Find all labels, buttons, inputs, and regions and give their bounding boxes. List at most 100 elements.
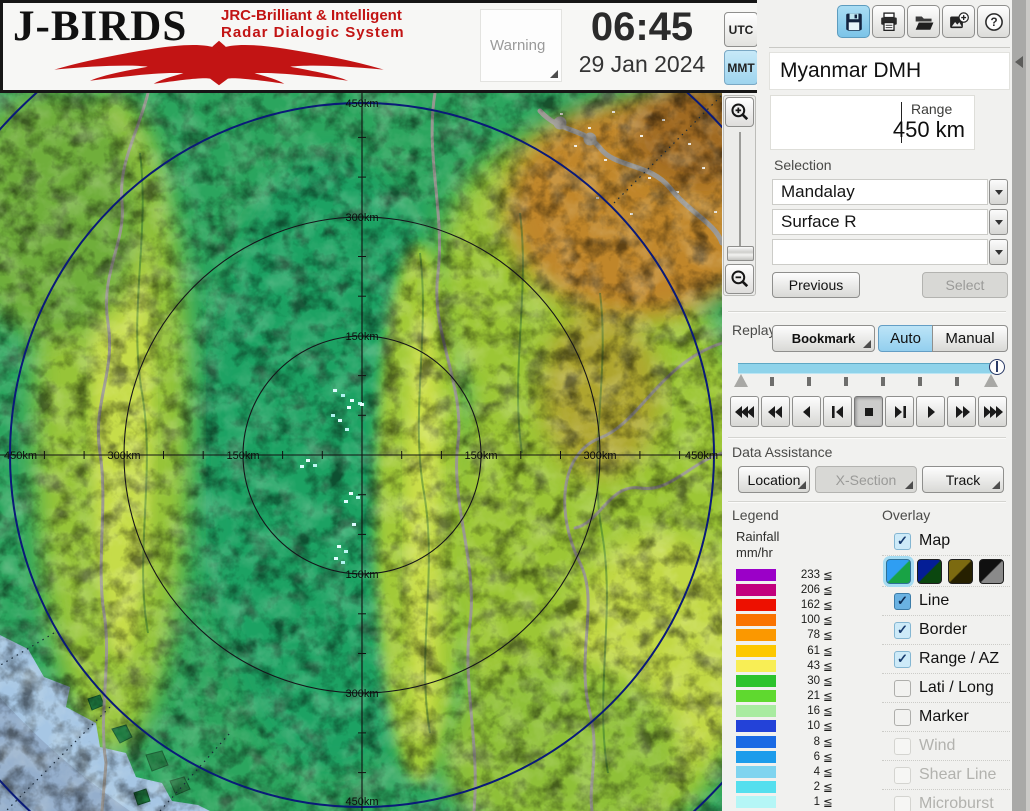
add-image-button[interactable] — [942, 5, 975, 38]
product-dropdown-arrow[interactable] — [989, 209, 1008, 235]
fast-forward-button[interactable] — [947, 396, 976, 427]
legend-rows: 233≦206≦162≦100≦78≦61≦43≦30≦21≦16≦10≦8≦6… — [736, 567, 868, 810]
play-reverse-button[interactable] — [792, 396, 821, 427]
overlay-item-wind: Wind — [882, 732, 1010, 761]
map-style-swatch-2[interactable] — [948, 559, 973, 584]
mmt-button[interactable]: MMT — [724, 50, 758, 85]
rain-echo — [345, 428, 349, 431]
select-button[interactable]: Select — [922, 272, 1008, 298]
fast-rewind-triple-button[interactable] — [730, 396, 759, 427]
logo-tagline-2: Radar Dialogic System — [221, 24, 405, 41]
checkbox[interactable] — [894, 796, 911, 811]
checkbox[interactable]: ✓ — [894, 622, 911, 639]
product-dropdown-value[interactable]: Surface R — [772, 209, 988, 235]
checkbox[interactable] — [894, 738, 911, 755]
legend-row: 30≦ — [736, 673, 868, 688]
control-panel: Range 450 km Selection Mandalay Surface … — [722, 93, 1012, 811]
legend-comparator: ≦ — [823, 795, 833, 809]
legend-swatch — [736, 705, 776, 717]
fast-forward-triple-button[interactable] — [978, 396, 1007, 427]
panel-edge-strip[interactable] — [1012, 0, 1026, 811]
section-separator — [728, 311, 1006, 313]
panel-collapse-arrow-icon[interactable] — [1015, 56, 1023, 68]
checkbox[interactable]: ✓ — [894, 593, 911, 610]
checkbox[interactable] — [894, 767, 911, 784]
checkbox[interactable]: ✓ — [894, 651, 911, 668]
legend-swatch — [736, 660, 776, 672]
radar-map-canvas[interactable]: 150km150km150km150km300km300km300km300km… — [0, 93, 722, 811]
range-ring-label: 450km — [345, 98, 378, 110]
rain-echo — [333, 389, 337, 392]
checkbox[interactable]: ✓ — [894, 533, 911, 550]
replay-label: Replay — [732, 322, 776, 338]
legend-row: 16≦ — [736, 704, 868, 719]
extra-dropdown-value[interactable] — [772, 239, 988, 265]
slider-tick — [770, 377, 774, 386]
legend-row: 162≦ — [736, 597, 868, 612]
legend-row: 2≦ — [736, 780, 868, 795]
overlay-item-marker: Marker — [882, 703, 1010, 732]
auto-button[interactable]: Auto — [878, 325, 933, 352]
range-display: Range 450 km — [770, 95, 975, 150]
fast-forward-icon — [952, 405, 972, 419]
map-style-swatch-1[interactable] — [917, 559, 942, 584]
step-back-button[interactable] — [823, 396, 852, 427]
zoom-out-button[interactable] — [725, 264, 754, 294]
bookmark-button[interactable]: Bookmark — [772, 325, 875, 352]
rain-echo — [356, 496, 360, 499]
step-forward-button[interactable] — [885, 396, 914, 427]
utc-button[interactable]: UTC — [724, 12, 758, 47]
play-button[interactable] — [916, 396, 945, 427]
legend-comparator: ≦ — [823, 704, 833, 718]
stop-button[interactable] — [854, 396, 883, 427]
replay-slider-handle[interactable] — [989, 359, 1005, 375]
slider-tick — [881, 377, 885, 386]
open-folder-button[interactable] — [907, 5, 940, 38]
legend-swatch — [736, 796, 776, 808]
checkbox[interactable] — [894, 680, 911, 697]
map-style-swatch-3[interactable] — [979, 559, 1004, 584]
checkbox[interactable] — [894, 709, 911, 726]
range-ring-label: 450km — [345, 796, 378, 808]
legend-row: 78≦ — [736, 628, 868, 643]
rain-echo — [341, 394, 345, 397]
location-button[interactable]: Location — [738, 466, 810, 493]
rain-echo — [337, 545, 341, 548]
help-button[interactable]: ? — [977, 5, 1010, 38]
x-section-button[interactable]: X-Section — [815, 466, 917, 493]
zoom-out-icon — [730, 269, 750, 289]
legend-row: 8≦ — [736, 734, 868, 749]
zoom-in-button[interactable] — [725, 97, 754, 127]
print-button[interactable] — [872, 5, 905, 38]
warning-button[interactable]: Warning — [480, 9, 562, 82]
rain-echo — [347, 406, 351, 409]
legend-comparator: ≦ — [823, 644, 833, 658]
overlay-options: ✓Map✓Line✓Border✓Range / AZLati / LongMa… — [882, 527, 1010, 811]
app-window: 150km150km150km150km300km300km300km300km… — [0, 0, 1030, 811]
map-style-swatch-0[interactable] — [886, 559, 911, 584]
product-dropdown: Surface R — [772, 209, 1008, 235]
previous-button[interactable]: Previous — [772, 272, 860, 298]
legend-comparator: ≦ — [823, 583, 833, 597]
replay-slider-track[interactable] — [738, 363, 998, 374]
zoom-slider-handle[interactable] — [727, 246, 754, 261]
zoom-slider-track[interactable] — [739, 132, 741, 254]
site-dropdown-arrow[interactable] — [989, 179, 1008, 205]
fast-rewind-button[interactable] — [761, 396, 790, 427]
legend-value: 21 — [776, 690, 820, 702]
rain-echo — [344, 550, 348, 553]
data-assistance-label: Data Assistance — [732, 444, 832, 460]
site-dropdown-value[interactable]: Mandalay — [772, 179, 988, 205]
legend-value: 100 — [776, 614, 820, 626]
overlay-item-label: Wind — [919, 737, 955, 755]
legend-comparator: ≦ — [823, 765, 833, 779]
extra-dropdown-arrow[interactable] — [989, 239, 1008, 265]
legend-value: 10 — [776, 720, 820, 732]
legend-comparator: ≦ — [823, 628, 833, 642]
legend-comparator: ≦ — [823, 750, 833, 764]
legend-comparator: ≦ — [823, 735, 833, 749]
track-button[interactable]: Track — [922, 466, 1004, 493]
save-button[interactable] — [837, 5, 870, 38]
zoom-in-icon — [730, 102, 750, 122]
manual-button[interactable]: Manual — [932, 325, 1008, 352]
